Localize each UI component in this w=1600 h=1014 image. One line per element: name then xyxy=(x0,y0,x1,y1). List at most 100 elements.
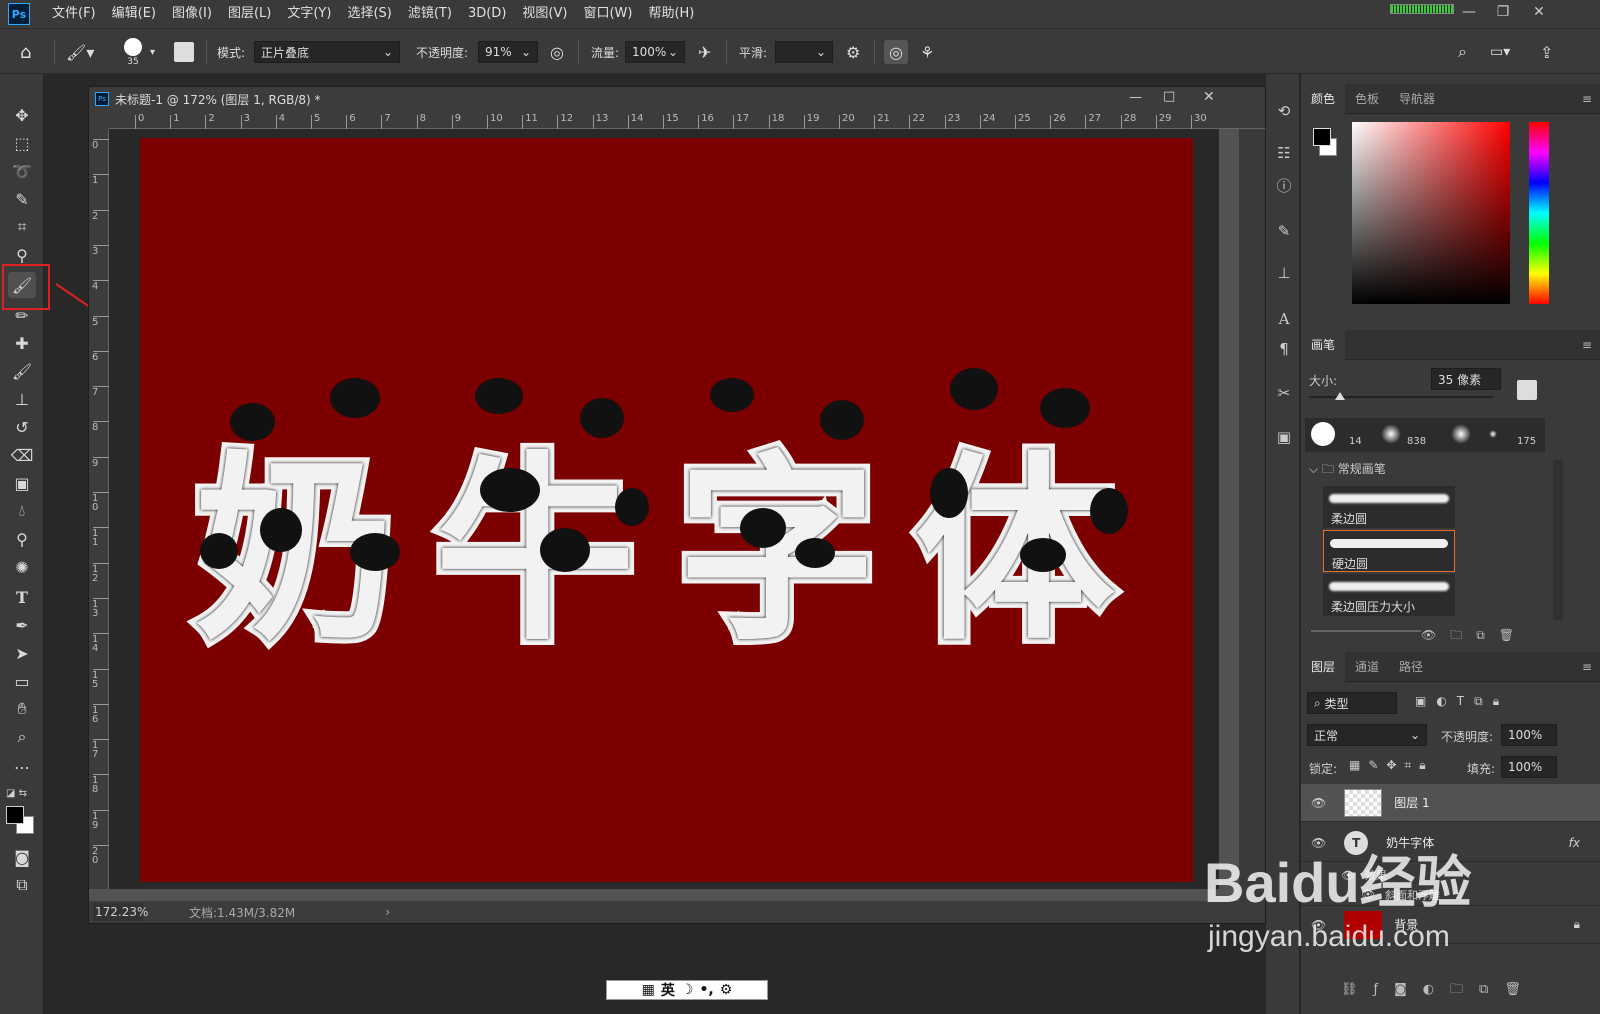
brush-item-soft-round-pressure[interactable]: 柔边圆压力大小 xyxy=(1323,574,1455,616)
healing-tool-icon[interactable]: ✚ xyxy=(8,330,36,356)
brush-settings-toggle[interactable] xyxy=(1517,380,1537,400)
rectangle-tool-icon[interactable]: ▭ xyxy=(8,668,36,694)
brush-size-field[interactable]: 35 像素 xyxy=(1431,368,1501,390)
status-expand-arrow[interactable]: › xyxy=(385,905,390,919)
pressure-size-icon[interactable]: ◎ xyxy=(884,29,908,75)
menu-view[interactable]: 视图(V) xyxy=(514,0,575,28)
airbrush-icon[interactable]: ✈︎ xyxy=(698,29,711,75)
panel-menu-icon[interactable]: ≡ xyxy=(1582,338,1592,352)
hue-slider[interactable] xyxy=(1529,122,1549,304)
vertical-scrollbar[interactable] xyxy=(1239,129,1265,901)
menu-filter[interactable]: 滤镜(T) xyxy=(400,0,460,28)
effect-bevel-row[interactable]: 👁︎ 斜面和浮雕 xyxy=(1301,884,1600,906)
type-tool-icon[interactable]: T xyxy=(8,584,36,610)
menu-type[interactable]: 文字(Y) xyxy=(279,0,339,28)
foreground-color-swatch[interactable] xyxy=(6,806,24,824)
fill-field[interactable]: 100% xyxy=(1501,756,1557,778)
effects-row[interactable]: 👁︎ 效果 xyxy=(1301,864,1600,886)
sponge-tool-icon[interactable]: ✺ xyxy=(8,554,36,580)
panel-menu-icon[interactable]: ≡ xyxy=(1582,92,1592,106)
more-tools-icon[interactable]: ⋯ xyxy=(8,754,36,780)
screen-mode-icon[interactable]: ⧉ xyxy=(8,872,36,898)
brush-preset-size[interactable]: 838 xyxy=(1407,436,1426,447)
layer-filter-select[interactable]: ⌕ 类型 xyxy=(1307,692,1397,714)
fx-badge[interactable]: fx xyxy=(1569,836,1580,850)
eye-icon[interactable]: 👁︎ xyxy=(1311,918,1326,932)
tab-layers[interactable]: 图层 xyxy=(1301,651,1346,682)
color-field[interactable] xyxy=(1352,122,1510,304)
workspace-icon[interactable]: ▭▾ xyxy=(1490,29,1510,75)
doc-close-button[interactable]: ✕ xyxy=(1203,89,1215,105)
eraser-tool-icon[interactable]: ⌫ xyxy=(8,442,36,468)
layer-row[interactable]: 👁︎ 图层 1 xyxy=(1301,784,1600,822)
brush-list-scrollbar[interactable] xyxy=(1553,460,1563,620)
pressure-opacity-icon[interactable]: ◎ xyxy=(550,29,564,75)
gradient-tool-icon[interactable]: ▣ xyxy=(8,470,36,496)
hand-tool-icon[interactable]: ✋︎ xyxy=(8,696,36,722)
menu-help[interactable]: 帮助(H) xyxy=(640,0,702,28)
brush-item-soft-round[interactable]: 柔边圆 xyxy=(1323,486,1455,528)
chevron-down-icon[interactable]: ▾ xyxy=(150,29,155,75)
canvas[interactable]: 奶 牛 字 体 xyxy=(140,138,1193,882)
zoom-tool-icon[interactable]: ⌕ xyxy=(8,724,36,750)
tab-channels[interactable]: 通道 xyxy=(1345,652,1389,682)
restore-window-button[interactable]: ❐ xyxy=(1486,0,1520,24)
path-select-icon[interactable]: ➤ xyxy=(8,640,36,666)
zoom-level[interactable]: 172.23% xyxy=(93,903,148,921)
layer-name[interactable]: 图层 1 xyxy=(1394,794,1429,811)
tab-brushes[interactable]: 画笔 xyxy=(1301,329,1346,360)
blur-tool-icon[interactable]: 💧︎ xyxy=(8,498,36,524)
layer-opacity-field[interactable]: 100% xyxy=(1501,724,1557,746)
pencil-tool-icon[interactable]: ✏︎ xyxy=(8,302,36,328)
eye-icon[interactable]: 👁︎ xyxy=(1311,796,1326,810)
brush-settings-icon[interactable] xyxy=(174,29,194,75)
brush-preset[interactable] xyxy=(1311,422,1335,446)
tool-presets-panel-icon[interactable]: ✂ xyxy=(1273,382,1295,404)
pen-tool-icon[interactable]: ✒ xyxy=(8,612,36,638)
move-tool-icon[interactable]: ✥ xyxy=(8,102,36,128)
quick-mask-icon[interactable]: ◙ xyxy=(8,844,36,870)
paragraph-panel-icon[interactable]: ¶ xyxy=(1273,338,1295,360)
quick-select-tool-icon[interactable]: ✎ xyxy=(8,186,36,212)
properties-panel-icon[interactable]: ☷ xyxy=(1273,142,1295,164)
ime-punct-icon[interactable]: •, xyxy=(699,982,713,998)
tab-swatches[interactable]: 色板 xyxy=(1345,84,1389,114)
home-icon[interactable]: ⌂ xyxy=(20,29,31,75)
gear-icon[interactable]: ⚙ xyxy=(846,29,860,75)
ime-moon-icon[interactable]: ☽ xyxy=(681,982,694,998)
doc-maximize-button[interactable]: □ xyxy=(1163,89,1175,104)
mode-select[interactable]: 正片叠底 ⌄ xyxy=(254,41,400,63)
layer-name[interactable]: 背景 xyxy=(1394,916,1418,933)
menu-select[interactable]: 选择(S) xyxy=(339,0,399,28)
dodge-tool-icon[interactable]: ⚲ xyxy=(8,526,36,552)
tab-color[interactable]: 颜色 xyxy=(1301,83,1346,114)
foreground-swatch[interactable] xyxy=(1313,128,1331,146)
lock-icons[interactable]: ▦✎✥⌗🔒︎ xyxy=(1349,758,1434,773)
mixer-brush-icon[interactable]: 🖌︎ xyxy=(8,358,36,384)
layer-row[interactable]: 👁︎ T 奶牛字体 fx xyxy=(1301,824,1600,862)
history-brush-icon[interactable]: ↺ xyxy=(8,414,36,440)
brush-preview-slider[interactable] xyxy=(1311,630,1421,632)
ime-settings-icon[interactable]: ⚙ xyxy=(720,982,733,998)
lasso-tool-icon[interactable]: ➰ xyxy=(8,158,36,184)
tab-paths[interactable]: 路径 xyxy=(1389,652,1433,682)
ime-language[interactable]: 英 xyxy=(661,980,675,1000)
search-icon[interactable]: ⌕ xyxy=(1458,29,1467,75)
clone-source-panel-icon[interactable]: ⊥ xyxy=(1273,262,1295,284)
menu-file[interactable]: 文件(F) xyxy=(44,0,104,28)
tab-navigator[interactable]: 导航器 xyxy=(1389,84,1445,114)
brush-preset[interactable] xyxy=(1381,424,1401,444)
slider-thumb[interactable] xyxy=(1335,392,1345,400)
eye-icon[interactable]: 👁︎ xyxy=(1311,836,1326,850)
blend-mode-select[interactable]: 正常 ⌄ xyxy=(1307,724,1427,746)
menu-window[interactable]: 窗口(W) xyxy=(575,0,640,28)
close-window-button[interactable]: ✕ xyxy=(1522,0,1556,24)
brush-item-hard-round[interactable]: 硬边圆 xyxy=(1323,530,1455,572)
opacity-field[interactable]: 91% ⌄ xyxy=(478,41,538,63)
symmetry-icon[interactable]: ⚘ xyxy=(920,29,934,75)
ime-toolbar[interactable]: ▦ 英 ☽ •, ⚙ xyxy=(606,980,768,1000)
panel-menu-icon[interactable]: ≡ xyxy=(1582,660,1592,674)
swap-colors-icon[interactable]: ◪ ⇆ xyxy=(6,788,27,799)
libraries-panel-icon[interactable]: ▣ xyxy=(1273,426,1295,448)
ime-grid-icon[interactable]: ▦ xyxy=(642,982,655,998)
